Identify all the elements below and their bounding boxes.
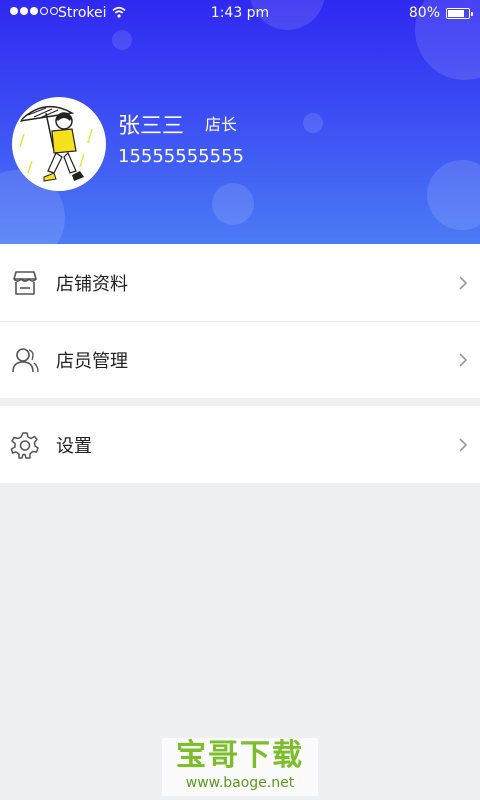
person-icon [12, 348, 39, 373]
status-bar: Strokei 1:43 pm 80% [0, 0, 480, 28]
menu-label-settings: 设置 [56, 435, 92, 457]
decor-bubble [212, 183, 254, 225]
decor-bubble [112, 30, 132, 50]
gear-icon [10, 431, 39, 459]
menu-group-management: 店铺资料 店员管理 [0, 244, 480, 398]
battery-icon [446, 8, 473, 19]
watermark-title: 宝哥下载 [176, 738, 304, 773]
chevron-right-icon [459, 275, 468, 290]
user-phone: 15555555555 [118, 146, 244, 167]
user-role-badge: 店长 [205, 115, 238, 134]
menu-item-staff-management[interactable]: 店员管理 [0, 321, 480, 398]
chevron-right-icon [459, 353, 468, 367]
decor-bubble [303, 113, 323, 133]
menu-item-settings[interactable]: 设置 [0, 406, 480, 483]
watermark-url: www.baoge.net [185, 775, 295, 791]
chevron-right-icon [459, 437, 468, 452]
battery-level-fill [448, 10, 464, 17]
menu-item-store-info[interactable]: 店铺资料 [0, 244, 480, 321]
store-icon [13, 270, 37, 295]
decor-bubble [427, 160, 480, 230]
menu-label-store-info: 店铺资料 [56, 273, 128, 295]
avatar-illustration [17, 105, 93, 182]
user-name: 张三三 [118, 114, 185, 139]
menu-group-settings: 设置 [0, 406, 480, 483]
battery-percentage: 80% [408, 5, 440, 21]
menu-label-staff-management: 店员管理 [56, 351, 128, 372]
profile-header: Strokei 1:43 pm 80% 张三三 店长 15555555555 [0, 0, 480, 244]
watermark-logo: 宝哥下载 www.baoge.net [162, 738, 318, 796]
avatar[interactable] [12, 97, 106, 191]
